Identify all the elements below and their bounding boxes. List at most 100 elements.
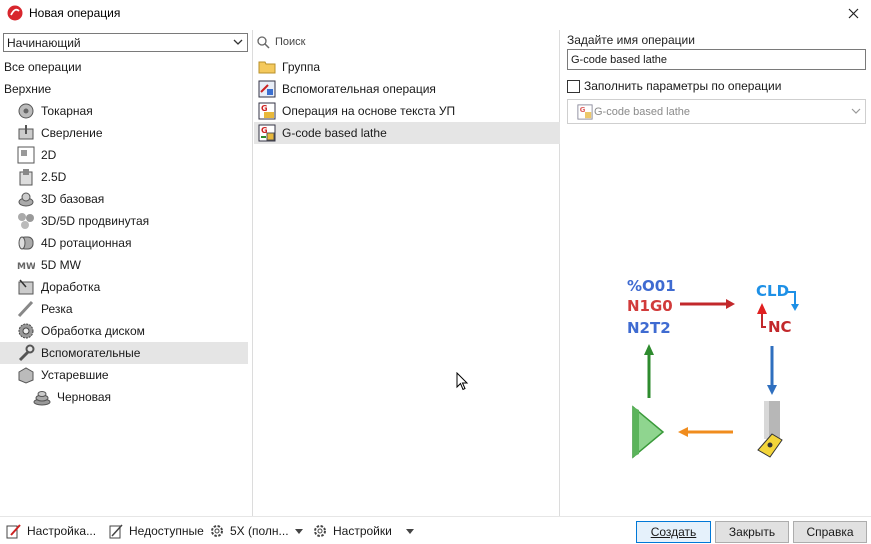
tree-item-label: Резка [41,302,73,316]
search-icon [257,35,270,49]
2-5d-icon [19,169,33,186]
folder-icon [258,61,276,74]
tree-item-all-operations[interactable]: Все операции [0,56,248,78]
source-operation-dropdown[interactable]: G G-code based lathe [567,99,866,124]
tree-item-2d[interactable]: 2D [0,144,248,166]
workpiece-icon [632,405,665,459]
tree-item-label: Все операции [4,60,82,74]
3d-basic-icon [18,192,34,207]
create-button[interactable]: Создать [636,521,711,543]
tree-item-cutting[interactable]: Резка [0,298,248,320]
lathe-icon [18,103,34,119]
gear-icon [211,525,223,537]
preferences-dropdown[interactable]: Настройки [312,522,414,540]
tree-item-drilling[interactable]: Сверление [0,122,248,144]
svg-text:G: G [580,105,586,114]
wrench-icon [18,344,35,362]
caret-down-icon [405,528,414,534]
arrow-up-icon [644,344,654,398]
close-button-label: Закрыть [728,525,776,539]
tree-item-2-5d[interactable]: 2.5D [0,166,248,188]
2d-icon [17,146,35,164]
tree-item-label: Обработка диском [41,324,145,338]
op-item-gcode-lathe[interactable]: G G-code based lathe [254,122,560,144]
create-button-label: Создать [650,525,697,539]
arrow-down-icon [767,346,777,395]
gear-icon [314,525,326,537]
op-item-label: Операция на основе текста УП [282,104,456,118]
fill-params-checkbox[interactable] [567,79,580,93]
axes-dropdown[interactable]: 5X (полн... [209,522,303,540]
window-title: Новая операция [29,6,121,20]
gcode-lathe-icon: G [258,124,276,142]
tree-item-top[interactable]: Верхние [0,78,248,100]
op-item-aux-operation[interactable]: Вспомогательная операция [254,78,560,100]
svg-text:MW: MW [17,262,35,272]
tree-item-obsolete[interactable]: Устаревшие [0,364,248,386]
tree-item-5d-mw[interactable]: MW 5D MW [0,254,248,276]
nc-text-operation-icon: G [258,102,276,120]
tree-item-auxiliary[interactable]: Вспомогательные [0,342,248,364]
help-button-label: Справка [806,525,854,539]
op-item-group[interactable]: Группа [254,56,560,78]
op-item-label: Вспомогательная операция [282,82,436,96]
search-box[interactable]: Поиск [257,32,557,52]
app-logo-icon [7,5,23,21]
4d-rotary-icon [18,236,34,250]
fill-params-row[interactable]: Заполнить параметры по операции [567,79,781,93]
close-icon [848,8,858,18]
tree-item-label: 3D базовая [41,192,105,206]
operation-name-value: G-code based lathe [571,53,668,66]
tree-item-label: Доработка [41,280,101,294]
op-item-nc-text-operation[interactable]: G Операция на основе текста УП [254,100,560,122]
arrow-left-icon [678,427,733,437]
tree-item-roughing[interactable]: Черновая [0,386,248,408]
drill-icon [18,125,34,140]
search-placeholder: Поиск [275,36,306,48]
tree-item-label: 4D ротационная [41,236,132,250]
operation-name-input[interactable]: G-code based lathe [567,49,866,70]
level-select[interactable]: Начинающий [3,33,248,52]
close-button[interactable]: Закрыть [715,521,789,543]
5d-mw-icon: MW [17,262,35,272]
close-window-button[interactable] [843,3,863,23]
tree-item-4d-rotary[interactable]: 4D ротационная [0,232,248,254]
nc-label: NC [768,318,792,336]
tree-item-label: Устаревшие [41,368,109,382]
tree-item-3d-5d-advanced[interactable]: 3D/5D продвинутая [0,210,248,232]
disk-machining-icon [18,323,34,339]
unavailable-icon [109,524,123,539]
obsolete-icon [18,367,34,384]
tree-item-label: 2D [41,148,57,162]
tree-item-lathe[interactable]: Токарная [0,100,248,122]
tree-item-label: Вспомогательные [41,346,141,360]
pencil-list-icon [6,524,21,539]
lathe-tool-icon [757,401,783,458]
rework-icon [18,279,34,295]
op-item-label: Группа [282,60,321,74]
tree-item-label: Верхние [4,82,52,96]
operation-list-pane: Поиск Группа Вспомогательная операция G … [254,30,560,516]
svg-text:G: G [261,104,268,113]
settings-edit-button[interactable]: Настройка... [6,522,96,540]
help-button[interactable]: Справка [793,521,867,543]
chevron-down-icon [233,39,243,45]
unavailable-toggle[interactable]: Недоступные [108,522,204,540]
tree-item-3d-basic[interactable]: 3D базовая [0,188,248,210]
cutting-icon [17,300,34,318]
tree-item-rework[interactable]: Доработка [0,276,248,298]
settings-edit-label: Настройка... [27,524,97,538]
arrow-right-icon [680,299,735,309]
unavailable-label: Недоступные [129,524,204,538]
aux-operation-icon [258,80,276,98]
tree-item-label: 2.5D [41,170,67,184]
tree-item-label: Черновая [57,390,112,404]
preferences-label: Настройки [333,524,392,538]
3d-5d-advanced-icon [18,213,34,229]
op-item-label: G-code based lathe [282,126,387,140]
tree-item-label: 5D MW [41,258,81,272]
tree-item-disk-machining[interactable]: Обработка диском [0,320,248,342]
tree-item-label: Сверление [41,126,103,140]
bottom-toolbar: Настройка... Недоступные 5X (полн... Нас… [0,516,871,544]
axes-label: 5X (полн... [230,524,289,538]
